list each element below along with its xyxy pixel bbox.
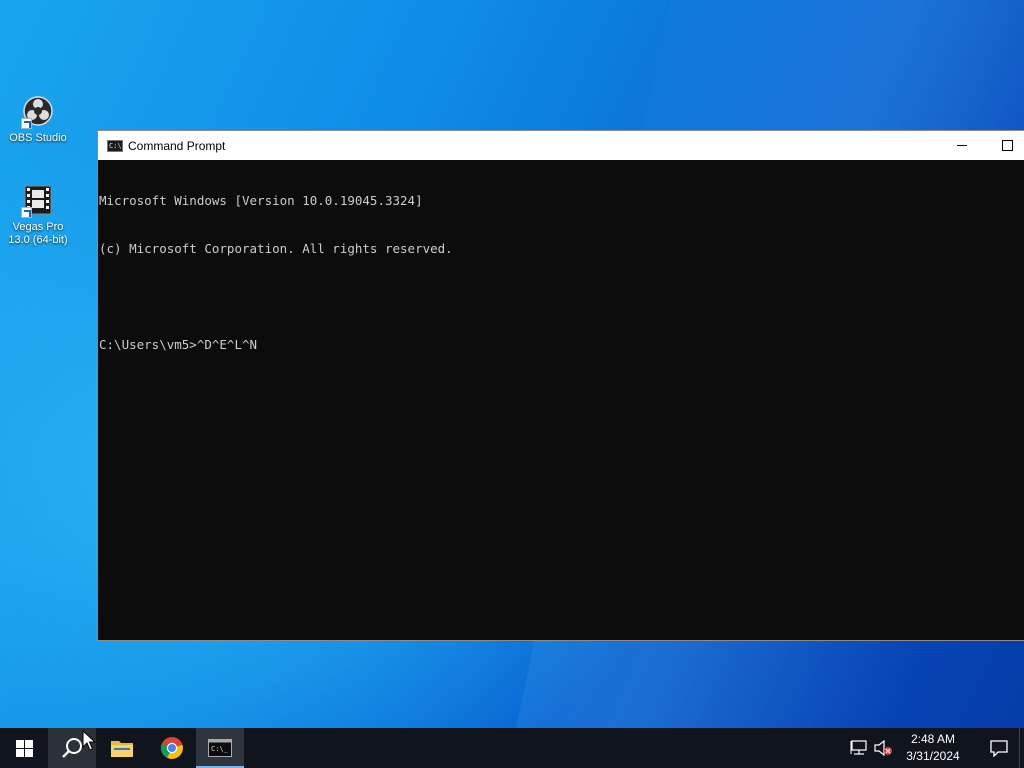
desktop-icon-label: Vegas Pro 13.0 (64-bit) — [8, 221, 68, 246]
minimize-icon — [957, 145, 967, 146]
desktop-icon-label: OBS Studio — [9, 132, 67, 144]
clock-date: 3/31/2024 — [906, 749, 960, 763]
windows-logo-icon — [15, 739, 33, 757]
console-line: Microsoft Windows [Version 10.0.19045.33… — [99, 193, 423, 208]
minimize-button[interactable] — [939, 131, 985, 160]
start-button[interactable] — [0, 728, 48, 768]
vegas-pro-icon — [21, 184, 55, 218]
cmd-icon: C:\_ — [208, 739, 232, 757]
cmd-icon: C:\ — [107, 139, 123, 152]
system-tray: 2:48 AM 3/31/2024 — [847, 728, 1024, 768]
volume-tray-button[interactable] — [871, 728, 895, 768]
console-output[interactable]: Microsoft Windows [Version 10.0.19045.33… — [98, 160, 1024, 640]
console-prompt-line[interactable]: C:\Users\vm5>^D^E^L^N — [99, 337, 1024, 353]
action-center-button[interactable] — [979, 728, 1019, 768]
maximize-button[interactable] — [984, 131, 1024, 160]
network-tray-button[interactable] — [847, 728, 871, 768]
svg-text:C:\_: C:\_ — [211, 745, 229, 753]
taskbar-command-prompt[interactable]: C:\_ — [196, 728, 244, 768]
volume-muted-icon — [874, 740, 892, 756]
desktop-icon-obs-studio[interactable]: OBS Studio — [2, 95, 74, 145]
taskbar-chrome[interactable] — [148, 728, 196, 768]
console-line: (c) Microsoft Corporation. All rights re… — [99, 241, 453, 256]
taskbar-clock[interactable]: 2:48 AM 3/31/2024 — [901, 731, 965, 765]
clock-time: 2:48 AM — [910, 732, 956, 746]
shortcut-arrow-icon — [21, 118, 32, 129]
network-icon — [850, 740, 867, 755]
folder-icon — [111, 741, 133, 757]
window-titlebar[interactable]: C:\ Command Prompt — [98, 131, 1024, 160]
desktop-icon-vegas-pro[interactable]: Vegas Pro 13.0 (64-bit) — [2, 184, 74, 247]
command-prompt-window[interactable]: C:\ Command Prompt Microsoft Windows [Ve… — [97, 130, 1024, 641]
maximize-icon — [1001, 140, 1013, 151]
search-icon — [62, 738, 82, 758]
chrome-icon — [160, 737, 183, 759]
taskbar-file-explorer[interactable] — [98, 728, 146, 768]
obs-studio-icon — [21, 95, 55, 129]
taskbar: C:\_ 2:48 AM 3/31/2024 — [0, 728, 1024, 768]
shortcut-arrow-icon — [21, 207, 32, 218]
notification-icon — [990, 740, 1008, 757]
mouse-cursor-icon — [82, 730, 96, 751]
show-desktop-button[interactable] — [1019, 728, 1024, 768]
window-title: Command Prompt — [128, 138, 226, 153]
